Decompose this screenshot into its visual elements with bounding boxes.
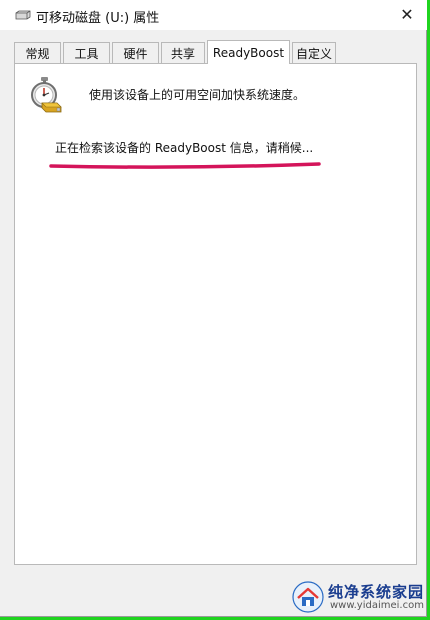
title-bar[interactable]: 可移动磁盘 (U:) 属性 ✕: [0, 0, 427, 30]
close-button[interactable]: ✕: [387, 0, 427, 28]
tab-tools[interactable]: 工具: [63, 42, 110, 63]
tab-strip: 常规 工具 硬件 共享 ReadyBoost 自定义: [14, 40, 414, 64]
window-title: 可移动磁盘 (U:) 属性: [36, 11, 160, 26]
house-logo-icon: [292, 581, 324, 613]
annotation-underline: [49, 162, 321, 169]
readyboost-description: 使用该设备上的可用空间加快系统速度。: [89, 88, 306, 102]
tab-general[interactable]: 常规: [14, 42, 61, 63]
watermark-name: 纯净系统家园: [328, 583, 425, 601]
readyboost-status: 正在检索该设备的 ReadyBoost 信息，请稍候...: [55, 141, 314, 155]
readyboost-panel: 使用该设备上的可用空间加快系统速度。 正在检索该设备的 ReadyBoost 信…: [14, 63, 417, 565]
site-watermark: 纯净系统家园 www.yidaimei.com: [292, 578, 427, 616]
readyboost-stopwatch-icon: [31, 77, 62, 113]
watermark-url: www.yidaimei.com: [330, 600, 424, 611]
tab-sharing[interactable]: 共享: [161, 42, 205, 63]
tab-customize[interactable]: 自定义: [292, 42, 336, 63]
properties-dialog: 可移动磁盘 (U:) 属性 ✕ 常规 工具 硬件 共享 ReadyBoost 自…: [0, 0, 427, 617]
tab-readyboost[interactable]: ReadyBoost: [207, 40, 290, 64]
removable-drive-icon: [15, 10, 31, 20]
tab-hardware[interactable]: 硬件: [112, 42, 159, 63]
